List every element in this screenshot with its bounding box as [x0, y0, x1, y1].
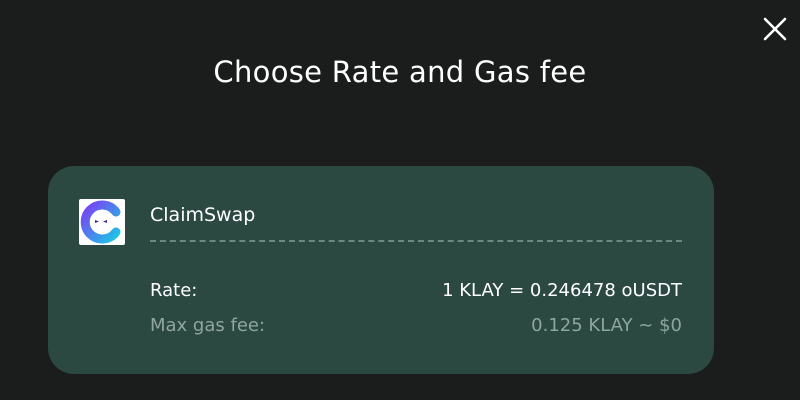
rate-label: Rate: [150, 280, 198, 301]
gas-fee-value: 0.125 KLAY ~ $0 [531, 315, 682, 336]
rate-row: Rate: 1 KLAY = 0.246478 oUSDT [150, 278, 682, 304]
close-icon [763, 17, 787, 41]
close-button[interactable] [760, 14, 790, 44]
rate-gas-modal: Choose Rate and Gas fee ClaimSwap Rate: [0, 0, 800, 400]
dashed-divider [150, 240, 682, 242]
gas-fee-label: Max gas fee: [150, 315, 266, 336]
provider-logo [79, 199, 125, 245]
rate-value: 1 KLAY = 0.246478 oUSDT [442, 280, 682, 301]
claimswap-logo-icon [80, 200, 121, 244]
provider-name: ClaimSwap [150, 204, 256, 226]
provider-option-claimswap[interactable]: ClaimSwap Rate: 1 KLAY = 0.246478 oUSDT … [48, 166, 714, 374]
modal-title: Choose Rate and Gas fee [213, 55, 587, 89]
gas-fee-row: Max gas fee: 0.125 KLAY ~ $0 [150, 313, 682, 339]
